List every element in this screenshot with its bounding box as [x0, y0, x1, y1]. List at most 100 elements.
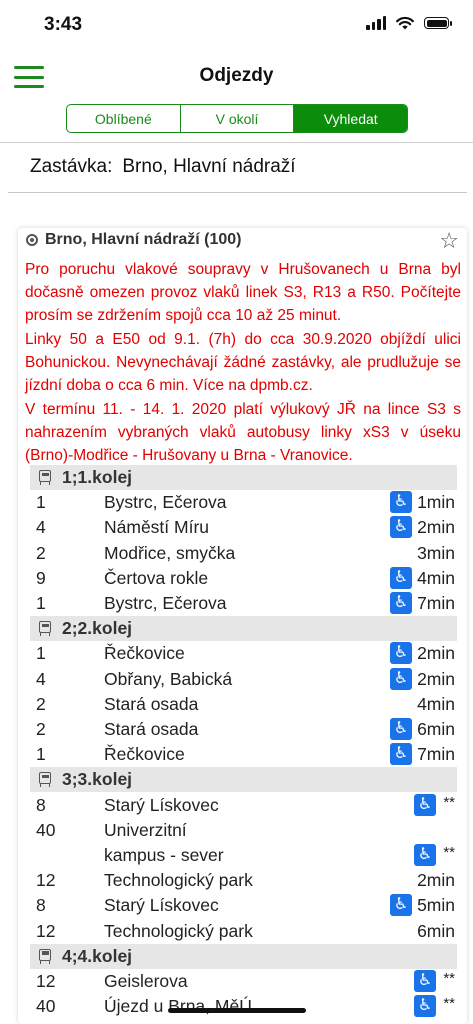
departure-row[interactable]: 1 Bystrc, Ečerova ♿ 1min	[36, 490, 455, 515]
destination: kampus - sever	[104, 845, 224, 865]
line-number: 40	[36, 996, 56, 1017]
wheelchair-icon: ♿	[390, 516, 412, 539]
departure-time: 2min	[417, 643, 455, 664]
battery-icon	[424, 17, 452, 29]
destination: Obřany, Babická	[104, 668, 233, 689]
line-number: 8	[36, 794, 46, 815]
departure-row[interactable]: 2 Stará osada 4min	[36, 692, 455, 717]
destination: Náměstí Míru	[104, 517, 210, 538]
departure-row[interactable]: 4 Náměstí Míru ♿ 2min	[36, 515, 455, 540]
wheelchair-icon: ♿	[390, 894, 412, 917]
status-icons	[366, 16, 452, 30]
destination: Bystrc, Ečerova	[104, 492, 227, 513]
destination: Univerzitní	[104, 819, 187, 840]
line-number: 2	[36, 719, 46, 739]
departure-time: 4min	[417, 693, 455, 714]
wheelchair-icon: ♿	[390, 667, 412, 690]
line-number: 4	[36, 517, 46, 538]
stop-label: Zastávka:	[30, 156, 113, 177]
destination: Technologický park	[104, 920, 253, 941]
nav-bar: Odjezdy Oblíbené V okolí Vyhledat	[0, 52, 473, 143]
home-indicator	[168, 1008, 306, 1013]
destination: Starý Lískovec	[104, 895, 219, 916]
notice-text: Linky 50 a E50 od 9.1. (7h) do cca 30.9.…	[25, 331, 461, 394]
destination: Řečkovice	[104, 643, 185, 664]
wheelchair-icon: ♿	[390, 566, 412, 589]
wheelchair-icon: ♿	[414, 844, 436, 866]
platform-name: 3;3.kolej	[62, 769, 133, 790]
tram-icon	[38, 621, 52, 637]
line-number: 1	[36, 643, 46, 664]
departure-row[interactable]: 2 Modřice, smyčka 3min	[36, 541, 455, 566]
card-title: Brno, Hlavní nádraží (100)	[45, 231, 242, 248]
line-number: 2	[36, 693, 46, 714]
line-number: 1	[36, 492, 46, 513]
destination: Bystrc, Ečerova	[104, 593, 227, 613]
departure-time: 1min	[417, 492, 455, 513]
stop-value: Brno, Hlavní nádraží	[122, 156, 296, 177]
line-number: 40	[36, 819, 56, 840]
departure-row[interactable]: 1 Řečkovice ♿ 7min	[36, 742, 455, 767]
stop-icon	[26, 234, 38, 246]
departure-row[interactable]: 2 Stará osada ♿ 6min	[36, 717, 455, 742]
tab-vyhledat[interactable]: Vyhledat	[294, 105, 407, 132]
wheelchair-icon: ♿	[390, 743, 412, 766]
line-number: 12	[36, 920, 56, 941]
stop-selector[interactable]: Zastávka: Brno, Hlavní nádraží	[30, 156, 296, 178]
platform-header: 2;2.kolej	[30, 616, 457, 642]
notice-text: Pro poruchu vlakové soupravy v Hrušovane…	[25, 261, 461, 324]
tram-icon	[38, 948, 52, 964]
departure-row[interactable]: 8 Starý Lískovec ♿ 5min	[36, 893, 455, 918]
departure-time: **	[443, 793, 455, 811]
tab-v-okoli[interactable]: V okolí	[181, 105, 295, 132]
departure-time: **	[443, 970, 455, 987]
card-header: Brno, Hlavní nádraží (100)	[26, 231, 242, 249]
departure-row[interactable]: 40 Univerzitní	[36, 818, 455, 843]
departure-row[interactable]: 12 Geislerova ♿ **	[36, 969, 455, 994]
line-number: 12	[36, 971, 56, 991]
destination: Újezd u Brna, MěÚ	[104, 996, 252, 1017]
destination: Technologický park	[104, 870, 253, 891]
notice-block: Pro poruchu vlakové soupravy v Hrušovane…	[25, 258, 461, 468]
segmented-control: Oblíbené V okolí Vyhledat	[66, 104, 408, 133]
departure-time: **	[443, 844, 455, 861]
line-number: 2	[36, 542, 46, 563]
departure-row[interactable]: 12 Technologický park 6min	[36, 919, 455, 944]
departure-row[interactable]: kampus - sever ♿ **	[36, 843, 455, 868]
departure-time: 4min	[417, 567, 455, 588]
wheelchair-icon: ♿	[414, 970, 436, 992]
departure-time: 6min	[417, 920, 455, 941]
departure-row[interactable]: 8 Starý Lískovec ♿ **	[36, 793, 455, 818]
departure-row[interactable]: 1 Bystrc, Ečerova ♿ 7min	[36, 591, 455, 616]
platform-name: 1;1.kolej	[62, 467, 133, 487]
departure-row[interactable]: 4 Obřany, Babická ♿ 2min	[36, 667, 455, 692]
wheelchair-icon: ♿	[390, 642, 412, 665]
wheelchair-icon: ♿	[414, 995, 436, 1018]
tram-icon	[38, 772, 52, 788]
departure-time: 3min	[417, 542, 455, 563]
destination: Modřice, smyčka	[104, 542, 236, 563]
destination: Čertova rokle	[104, 567, 209, 588]
destination: Starý Lískovec	[104, 794, 219, 815]
platform-header: 3;3.kolej	[30, 767, 457, 793]
departure-row[interactable]: 1 Řečkovice ♿ 2min	[36, 641, 455, 666]
status-bar: 3:43	[0, 0, 473, 52]
destination: Stará osada	[104, 693, 199, 714]
departure-row[interactable]: 9 Čertova rokle ♿ 4min	[36, 566, 455, 591]
destination: Stará osada	[104, 719, 199, 739]
wheelchair-icon: ♿	[414, 793, 436, 816]
line-number: 1	[36, 593, 46, 613]
signal-icon	[366, 16, 386, 30]
tram-icon	[38, 470, 52, 485]
favorite-star-icon[interactable]: ☆	[439, 228, 459, 254]
tab-oblibene[interactable]: Oblíbené	[67, 105, 181, 132]
destination: Řečkovice	[104, 744, 185, 765]
departure-time: 7min	[417, 744, 455, 765]
platform-header: 4;4.kolej	[30, 943, 457, 969]
departure-row[interactable]: 12 Technologický park 2min	[36, 868, 455, 893]
wheelchair-icon: ♿	[390, 592, 412, 614]
status-time: 3:43	[44, 14, 83, 35]
departure-row[interactable]: 40 Újezd u Brna, MěÚ ♿ **	[36, 994, 455, 1019]
page-title: Odjezdy	[199, 65, 274, 86]
platform-header: 1;1.kolej	[30, 465, 457, 490]
